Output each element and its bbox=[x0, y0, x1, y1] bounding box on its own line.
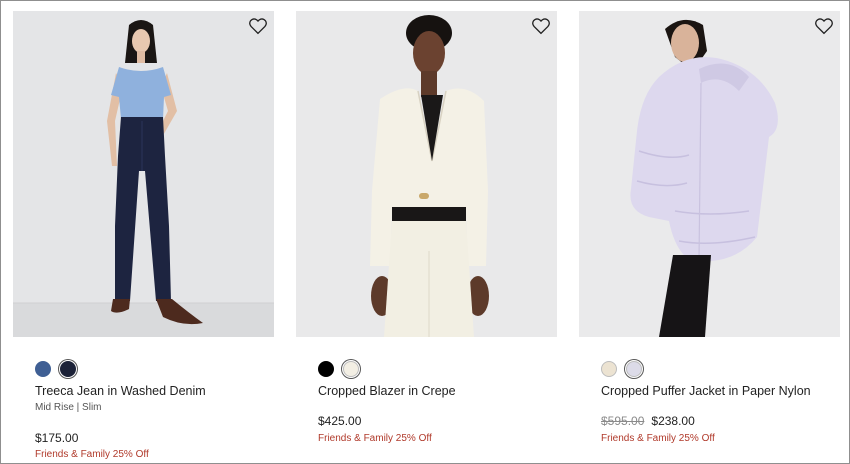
product-name[interactable]: Cropped Blazer in Crepe bbox=[318, 384, 456, 398]
color-swatch-selected[interactable] bbox=[60, 361, 76, 377]
product-grid: Treeca Jean in Washed Denim Mid Rise | S… bbox=[0, 0, 850, 464]
promo-text: Friends & Family 25% Off bbox=[318, 433, 432, 444]
product-price: $425.00 bbox=[318, 414, 362, 428]
heart-outline-icon[interactable] bbox=[531, 17, 551, 35]
color-swatch[interactable] bbox=[35, 361, 51, 377]
product-image-jean[interactable] bbox=[13, 11, 274, 337]
promo-text: Friends & Family 25% Off bbox=[601, 433, 715, 444]
color-swatch[interactable] bbox=[318, 361, 334, 377]
color-swatches bbox=[601, 360, 642, 378]
color-swatch-selected[interactable] bbox=[626, 361, 642, 377]
product-price: $175.00 bbox=[35, 431, 79, 445]
product-image-puffer[interactable] bbox=[579, 11, 840, 337]
promo-text: Friends & Family 25% Off bbox=[35, 449, 149, 460]
color-swatch[interactable] bbox=[601, 361, 617, 377]
color-swatch-selected[interactable] bbox=[343, 361, 359, 377]
heart-outline-icon[interactable] bbox=[814, 17, 834, 35]
product-name[interactable]: Cropped Puffer Jacket in Paper Nylon bbox=[601, 384, 811, 398]
color-swatches bbox=[35, 360, 76, 378]
product-name[interactable]: Treeca Jean in Washed Denim bbox=[35, 384, 206, 398]
product-price: $595.00 $238.00 bbox=[601, 414, 695, 428]
product-subtitle: Mid Rise | Slim bbox=[35, 402, 102, 413]
product-image-blazer[interactable] bbox=[296, 11, 557, 337]
original-price: $595.00 bbox=[601, 414, 645, 428]
heart-outline-icon[interactable] bbox=[248, 17, 268, 35]
product-card[interactable]: Cropped Blazer in Crepe $425.00 Friends … bbox=[296, 11, 558, 461]
color-swatches bbox=[318, 360, 359, 378]
product-card[interactable]: Cropped Puffer Jacket in Paper Nylon $59… bbox=[579, 11, 841, 461]
sale-price: $238.00 bbox=[651, 414, 695, 428]
product-card[interactable]: Treeca Jean in Washed Denim Mid Rise | S… bbox=[13, 11, 275, 461]
